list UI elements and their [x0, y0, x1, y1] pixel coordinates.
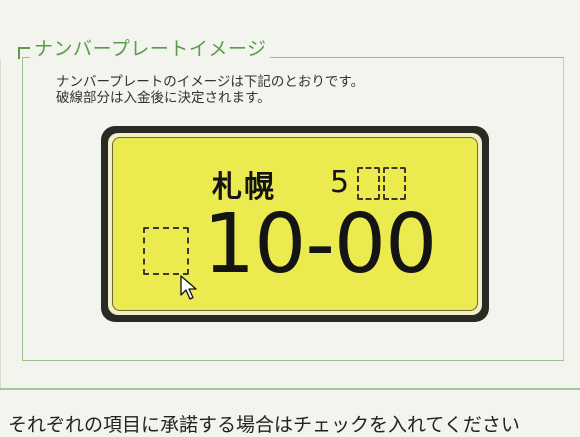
plate-class-placeholder-2	[383, 167, 406, 200]
plate-class-digit: 5	[330, 165, 350, 200]
consent-instruction: それぞれの項目に承諾する場合はチェックを入れてください	[8, 414, 520, 436]
plate-class-placeholder-1	[357, 167, 380, 200]
plate-hiragana-placeholder	[143, 227, 189, 275]
section-corner-mark	[18, 47, 30, 59]
left-edge-line	[0, 60, 1, 390]
description-line-2: 破線部分は入金後に決定されます。	[56, 90, 271, 106]
section-description: ナンバープレートのイメージは下記のとおりです。 破線部分は入金後に決定されます。	[56, 74, 364, 106]
mouse-pointer-icon	[180, 275, 198, 305]
description-line-1: ナンバープレートのイメージは下記のとおりです。	[56, 74, 365, 90]
section-divider	[0, 388, 580, 390]
plate-main-number: 10-00	[203, 197, 437, 292]
section-title: ナンバープレートイメージ	[30, 34, 271, 61]
